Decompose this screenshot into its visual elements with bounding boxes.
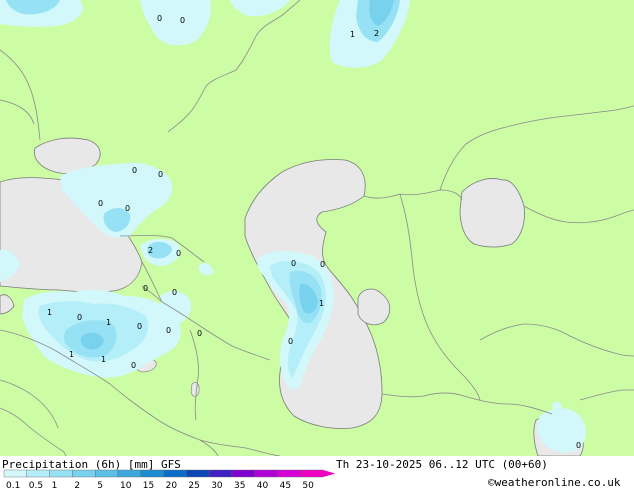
legend-label: 20 — [166, 481, 178, 490]
legend-swatch — [231, 469, 255, 478]
map-value: 1 — [350, 30, 355, 39]
legend-swatch — [26, 469, 50, 478]
map-value: 2 — [148, 246, 153, 255]
aral-sea — [459, 178, 525, 248]
legend-swatch — [94, 469, 119, 478]
legend-label: 50 — [302, 481, 314, 490]
map-value: 0 — [137, 322, 142, 331]
map-value: 2 — [374, 29, 379, 38]
legend-scale — [3, 469, 336, 478]
lake-urmia — [190, 382, 200, 397]
legend-labels: 0.1 0.5 1 2 5 10 15 20 25 30 35 40 45 50 — [6, 481, 314, 491]
legend-swatch — [208, 469, 233, 478]
legend-swatch — [300, 469, 324, 478]
legend-swatch — [3, 469, 27, 478]
legend-label: 1 — [52, 481, 58, 490]
legend-swatch — [254, 469, 278, 478]
footer: Precipitation (6h) [mm] GFS Th 23-10-202… — [0, 456, 634, 491]
legend-label: 30 — [211, 481, 223, 490]
legend-label: 0.1 — [6, 481, 20, 490]
legend-label: 45 — [280, 481, 291, 490]
valid-time: Th 23-10-2025 06..12 UTC (00+60) — [336, 458, 548, 471]
legend-label: 25 — [188, 481, 199, 490]
map-value: 0 — [158, 170, 163, 179]
map-value: 0 — [180, 16, 185, 25]
map-value: 1 — [101, 355, 106, 364]
map-value: 1 — [69, 350, 74, 359]
map-value: 1 — [106, 318, 111, 327]
map-value: 0 — [176, 249, 181, 258]
legend-label: 15 — [143, 481, 154, 490]
legend-swatch — [277, 469, 301, 478]
legend-label: 0.5 — [29, 481, 43, 490]
map-value: 0 — [143, 284, 148, 293]
footer-graphics: Precipitation (6h) [mm] GFS Th 23-10-202… — [2, 458, 621, 491]
map-value: 0 — [576, 441, 581, 450]
legend-swatch — [72, 469, 96, 478]
legend-label: 2 — [74, 481, 80, 490]
map-value: 0 — [166, 326, 171, 335]
map-value: 0 — [132, 166, 137, 175]
map-value: 0 — [131, 361, 136, 370]
legend-swatch — [140, 469, 164, 478]
legend-label: 40 — [257, 481, 269, 490]
legend-swatch — [117, 469, 141, 478]
legend-swatch — [186, 469, 210, 478]
map-value: 0 — [125, 204, 130, 213]
legend-arrow — [323, 470, 336, 477]
map-value: 0 — [77, 313, 82, 322]
map-title: Precipitation (6h) [mm] GFS — [2, 458, 181, 471]
legend-label: 5 — [97, 481, 103, 490]
map-value: 0 — [320, 260, 325, 269]
credit-text: ©weatheronline.co.uk — [488, 476, 621, 489]
legend-label: 10 — [120, 481, 132, 490]
precipitation-map: 0 0 1 2 0 0 0 0 2 0 0 0 1 0 1 0 0 1 1 0 … — [0, 0, 634, 457]
map-value: 0 — [98, 199, 103, 208]
map-value: 0 — [157, 14, 162, 23]
map-value: 0 — [288, 337, 293, 346]
legend-swatch — [163, 469, 187, 478]
map-value: 0 — [291, 259, 296, 268]
map-value: 1 — [47, 308, 52, 317]
map-value: 0 — [197, 329, 202, 338]
map-value: 0 — [172, 288, 177, 297]
legend-label: 35 — [234, 481, 245, 490]
legend-swatch — [49, 469, 73, 478]
map-value: 1 — [319, 299, 324, 308]
